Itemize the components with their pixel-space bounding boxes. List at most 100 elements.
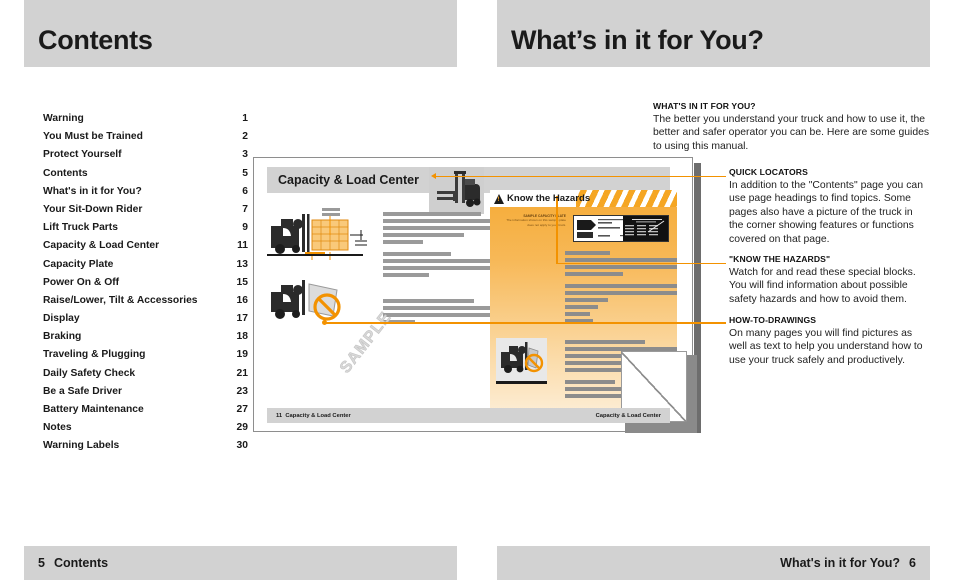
right-page-footer-band: What's in it for You? 6 <box>497 546 930 580</box>
callout-line-how-to-drawings <box>325 322 726 324</box>
placeholder-bar <box>322 213 340 216</box>
toc-entry-page: 3 <box>242 149 248 161</box>
mockup-page-title: Capacity & Load Center <box>278 173 420 187</box>
toc-entry-page: 13 <box>236 258 248 270</box>
capacity-plate-graphic <box>573 215 669 242</box>
toc-entry-label: Notes <box>43 422 72 434</box>
placeholder-bar <box>383 252 451 256</box>
toc-row[interactable]: Raise/Lower, Tilt & Accessories 16 <box>43 295 248 313</box>
callout-body: In addition to the "Contents" page you c… <box>729 180 923 245</box>
mockup-footer-band: 11 Capacity & Load Center Capacity & Loa… <box>267 408 670 423</box>
mockup-footer-label: Capacity & Load Center <box>285 412 351 419</box>
toc-row[interactable]: Battery Maintenance 27 <box>43 404 248 422</box>
toc-entry-label: Lift Truck Parts <box>43 222 118 234</box>
toc-entry-page: 6 <box>242 185 248 197</box>
mockup-footer-page-number: 11 <box>276 412 283 419</box>
toc-entry-page: 5 <box>242 167 248 179</box>
toc-entry-page: 18 <box>236 331 248 343</box>
toc-entry-label: What's in it for You? <box>43 185 142 197</box>
toc-row[interactable]: What's in it for You? 6 <box>43 186 248 204</box>
toc-row[interactable]: Capacity & Load Center 11 <box>43 240 248 258</box>
callout-heading: "KNOW THE HAZARDS" <box>729 254 831 264</box>
toc-row[interactable]: Daily Safety Check 21 <box>43 368 248 386</box>
toc-entry-label: Daily Safety Check <box>43 367 136 379</box>
toc-row[interactable]: Power On & Off 15 <box>43 277 248 295</box>
quick-locator-truck-thumbnail-icon <box>429 167 484 214</box>
placeholder-bar <box>565 284 677 288</box>
table-of-contents: Warning 1 You Must be Trained 2 Protect … <box>43 113 248 459</box>
how-to-drawing-thumbnail <box>496 338 547 384</box>
toc-entry-page: 29 <box>236 422 248 434</box>
placeholder-bar <box>383 219 491 223</box>
toc-entry-label: Warning <box>43 113 84 124</box>
placeholder-bar <box>565 265 677 269</box>
toc-entry-label: Traveling & Plugging <box>43 349 146 361</box>
placeholder-bar <box>565 312 590 316</box>
placeholder-bar <box>383 273 429 277</box>
toc-row[interactable]: Braking 18 <box>43 331 248 349</box>
placeholder-bar <box>565 305 598 309</box>
toc-entry-label: Be a Safe Driver <box>43 385 122 397</box>
toc-entry-page: 1 <box>242 113 248 124</box>
callout-body: On many pages you will find pictures as … <box>729 328 923 366</box>
footer-label: Contents <box>53 556 109 570</box>
footer-label: What's in it for You? <box>780 556 901 570</box>
placeholder-bar <box>383 226 503 230</box>
placeholder-bar <box>565 272 623 276</box>
toc-entry-label: Contents <box>43 167 88 179</box>
toc-row[interactable]: Display 17 <box>43 313 248 331</box>
toc-entry-page: 11 <box>237 240 248 252</box>
toc-row[interactable]: Notes 29 <box>43 422 248 440</box>
intro-heading: WHAT'S IN IT FOR YOU? <box>653 101 756 111</box>
toc-entry-page: 15 <box>236 276 248 288</box>
placeholder-bar <box>383 233 464 237</box>
placeholder-bar <box>383 212 481 216</box>
placeholder-bar <box>383 240 423 244</box>
placeholder-bar <box>383 313 492 317</box>
toc-entry-page: 2 <box>242 131 248 143</box>
left-page-footer: 5 Contents <box>38 556 108 570</box>
toc-entry-page: 7 <box>242 203 248 215</box>
toc-entry-page: 16 <box>236 294 248 306</box>
toc-entry-label: Power On & Off <box>43 276 120 288</box>
callout-body: Watch for and read these special blocks.… <box>729 267 916 305</box>
placeholder-bar <box>565 340 645 344</box>
sample-manual-page-mockup: Capacity & Load Center ! Know the Hazard… <box>253 157 697 433</box>
placeholder-bar <box>565 251 610 255</box>
footer-page-number: 5 <box>38 556 45 570</box>
left-page-header-band: Contents <box>24 0 457 67</box>
toc-row[interactable]: Capacity Plate 13 <box>43 259 248 277</box>
toc-row[interactable]: Warning Labels 30 <box>43 440 248 458</box>
toc-row[interactable]: Traveling & Plugging 19 <box>43 349 248 367</box>
toc-entry-label: You Must be Trained <box>43 131 143 143</box>
placeholder-bar <box>565 291 677 295</box>
right-page-footer: What's in it for You? 6 <box>780 556 916 570</box>
toc-row[interactable]: Lift Truck Parts 9 <box>43 222 248 240</box>
toc-row[interactable]: Contents 5 <box>43 168 248 186</box>
toc-row[interactable]: Warning 1 <box>43 113 248 131</box>
page-title-contents: Contents <box>38 25 153 55</box>
placeholder-bar <box>383 299 474 303</box>
warning-triangle-icon <box>494 193 504 204</box>
forklift-prohibition-illustration <box>267 276 357 326</box>
toc-entry-page: 23 <box>236 385 248 397</box>
toc-entry-page: 27 <box>236 404 248 415</box>
callout-how-to-drawings: HOW-TO-DRAWINGS On many pages you will f… <box>729 315 924 367</box>
callout-quick-locators: QUICK LOCATORS In addition to the "Conte… <box>729 167 924 246</box>
toc-row[interactable]: Your Sit-Down Rider 7 <box>43 204 248 222</box>
hazard-label-text: Know the Hazards <box>507 193 591 204</box>
toc-row[interactable]: Protect Yourself 3 <box>43 149 248 167</box>
toc-entry-label: Capacity Plate <box>43 258 114 270</box>
toc-entry-label: Raise/Lower, Tilt & Accessories <box>43 294 198 306</box>
toc-entry-label: Capacity & Load Center <box>43 240 160 252</box>
toc-row[interactable]: Be a Safe Driver 23 <box>43 386 248 404</box>
placeholder-bar <box>565 258 677 262</box>
mockup-footer-left: 11 Capacity & Load Center <box>276 413 351 419</box>
placeholder-bar <box>383 306 492 310</box>
placeholder-bar <box>565 298 608 302</box>
placeholder-bar <box>383 266 507 270</box>
placeholder-bar <box>565 380 615 384</box>
toc-row[interactable]: You Must be Trained 2 <box>43 131 248 149</box>
toc-entry-label: Warning Labels <box>43 440 120 452</box>
page-title-whats-in-it-for-you: What’s in it for You? <box>511 25 764 55</box>
